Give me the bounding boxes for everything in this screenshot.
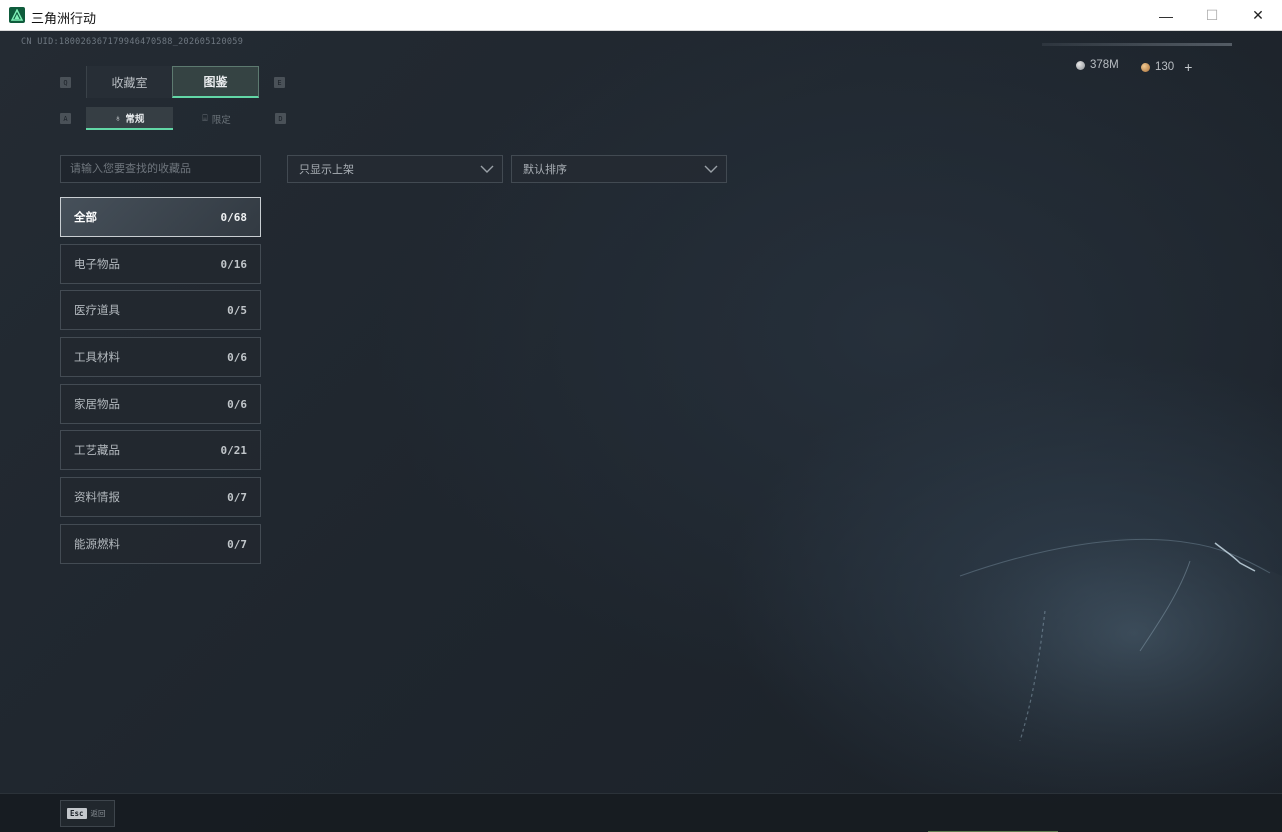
silver-currency: 378M <box>1076 59 1119 71</box>
category-label: 电子物品 <box>74 259 120 271</box>
category-label: 能源燃料 <box>74 539 120 551</box>
box-icon: ⌸ <box>202 113 208 123</box>
maximize-button[interactable]: ☐ <box>1189 0 1235 31</box>
category-label: 工艺藏品 <box>74 445 120 457</box>
category-all[interactable]: 全部 0/68 <box>60 197 261 237</box>
top-decoration-line <box>1042 43 1232 46</box>
back-button[interactable]: Esc 返回 <box>60 800 115 827</box>
subtab-normal[interactable]: ♁ 常规 <box>86 107 173 130</box>
category-electronics[interactable]: 电子物品 0/16 <box>60 244 261 284</box>
category-household[interactable]: 家居物品 0/6 <box>60 384 261 424</box>
search-input[interactable] <box>60 155 261 183</box>
keyhint-prev-tab: Q <box>60 77 71 88</box>
keyhint-next-tab: E <box>274 77 285 88</box>
listing-filter-select[interactable]: 只显示上架 <box>287 155 503 183</box>
esc-key-hint: Esc <box>67 808 87 819</box>
window-title: 三角洲行动 <box>31 11 97 26</box>
category-label: 工具材料 <box>74 352 120 364</box>
silver-coin-icon <box>1076 60 1085 70</box>
gold-currency: 130 + <box>1141 59 1192 75</box>
bottom-bar: Esc 返回 <box>0 793 1282 832</box>
close-button[interactable]: ✕ <box>1235 0 1281 31</box>
bottle-icon: ♁ <box>114 112 122 123</box>
chevron-down-icon <box>704 165 718 173</box>
game-canvas: CN UID:1800263671799464705​88_2026051200… <box>0 31 1282 832</box>
subtab-limited-label: 限定 <box>211 114 231 126</box>
silver-amount: 378M <box>1090 59 1119 71</box>
app-logo-icon <box>9 7 25 23</box>
keyhint-next-subtab: D <box>275 113 286 124</box>
category-count: 0/16 <box>220 257 248 271</box>
category-medical[interactable]: 医疗道具 0/5 <box>60 290 261 330</box>
minimize-button[interactable]: — <box>1143 0 1189 31</box>
category-count: 0/5 <box>227 303 247 317</box>
category-tools[interactable]: 工具材料 0/6 <box>60 337 261 377</box>
category-count: 0/68 <box>220 210 248 224</box>
category-crafts[interactable]: 工艺藏品 0/21 <box>60 430 261 470</box>
background-mountain-art <box>860 537 1282 811</box>
category-count: 0/7 <box>227 490 247 504</box>
category-count: 0/7 <box>227 537 247 551</box>
category-count: 0/6 <box>227 350 247 364</box>
category-count: 0/6 <box>227 397 247 411</box>
add-currency-button[interactable]: + <box>1184 59 1192 75</box>
category-label: 全部 <box>74 212 97 224</box>
back-label: 返回 <box>90 809 106 818</box>
sort-select[interactable]: 默认排序 <box>511 155 727 183</box>
window-titlebar: 三角洲行动 — ☐ ✕ <box>0 0 1282 31</box>
subtab-normal-label: 常规 <box>125 113 145 125</box>
player-uid: CN UID:1800263671799464705​88_2026051200… <box>21 37 244 47</box>
sort-value: 默认排序 <box>523 164 567 176</box>
category-energy[interactable]: 能源燃料 0/7 <box>60 524 261 564</box>
tab-collection-room[interactable]: 收藏室 <box>86 66 172 98</box>
chevron-down-icon <box>480 165 494 173</box>
tab-codex[interactable]: 图鉴 <box>172 66 259 98</box>
category-intel[interactable]: 资料情报 0/7 <box>60 477 261 517</box>
category-label: 资料情报 <box>74 492 120 504</box>
listing-filter-value: 只显示上架 <box>299 164 354 176</box>
gold-amount: 130 <box>1155 61 1175 73</box>
gold-coin-icon <box>1141 62 1150 72</box>
category-label: 医疗道具 <box>74 305 120 317</box>
category-count: 0/21 <box>220 443 248 457</box>
category-label: 家居物品 <box>74 399 120 411</box>
subtab-limited[interactable]: ⌸ 限定 <box>173 107 260 130</box>
keyhint-prev-subtab: A <box>60 113 71 124</box>
